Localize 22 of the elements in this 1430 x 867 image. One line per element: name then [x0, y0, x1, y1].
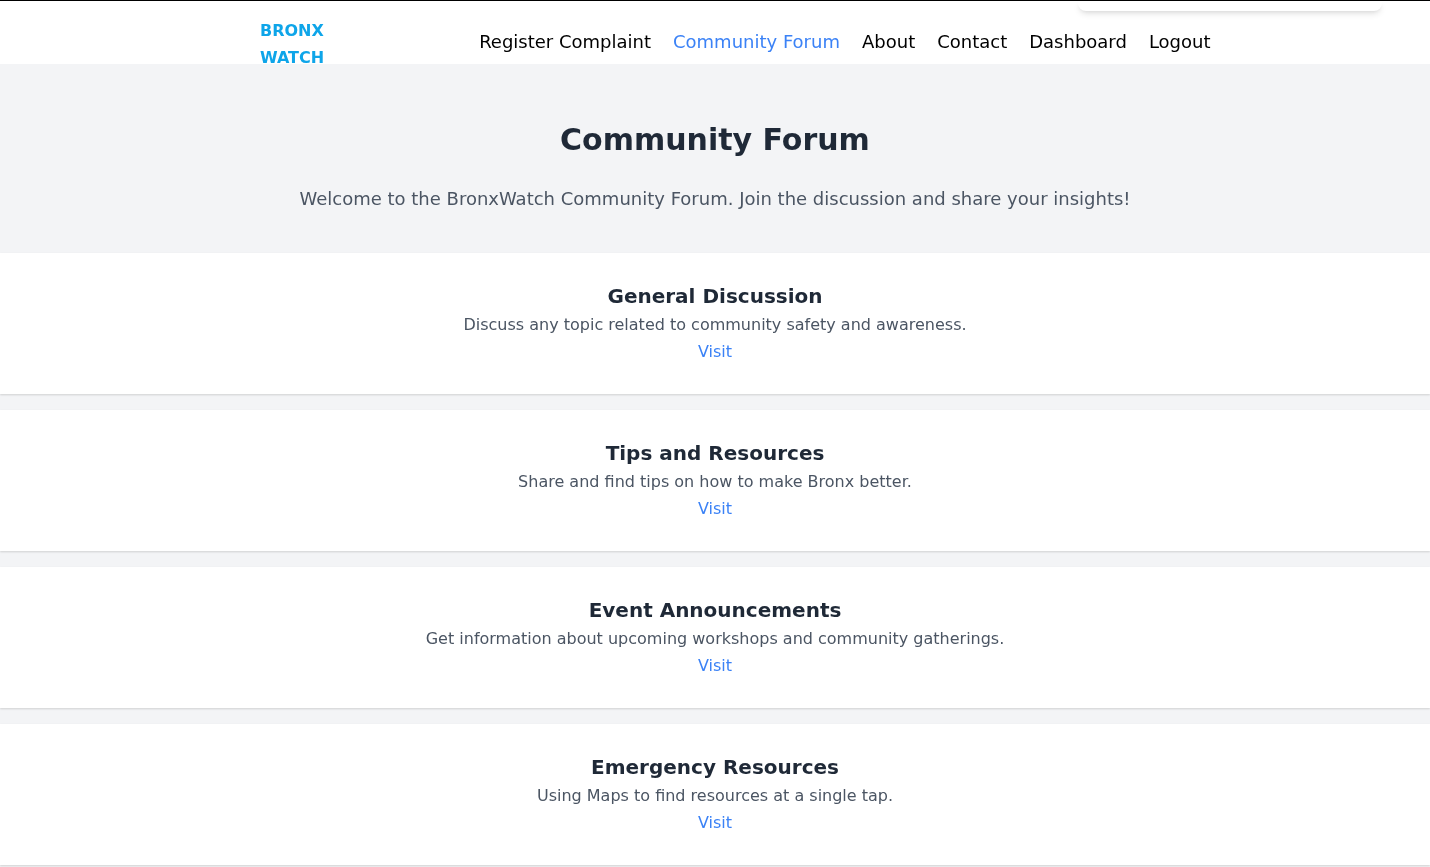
visit-link[interactable]: Visit — [697, 654, 733, 678]
logo-text[interactable]: BRONX — [260, 17, 325, 44]
visit-link[interactable]: Visit — [697, 497, 733, 521]
forum-description: Share and find tips on how to make Bronx better. — [518, 471, 912, 493]
logo-text[interactable]: WATCH — [260, 44, 325, 71]
forum-title: General Discussion — [607, 283, 823, 309]
page-title: Community Forum — [560, 121, 870, 159]
forum-description: Using Maps to find resources at a single tap. — [536, 785, 894, 807]
nav-link[interactable]: About — [861, 28, 916, 55]
nav-link[interactable]: Logout — [1148, 28, 1211, 55]
visit-link[interactable]: Visit — [697, 340, 733, 364]
nav-link[interactable]: Contact — [937, 28, 1008, 55]
forum-title: Tips and Resources — [605, 440, 825, 466]
forum-description: Discuss any topic related to community safety and awareness. — [463, 314, 967, 336]
nav-link[interactable]: Community Forum — [673, 28, 840, 55]
page-subtitle: Welcome to the BronxWatch Community Forum. Join the discussion and share your insights! — [299, 187, 1131, 211]
nav-link[interactable]: Register Complaint — [479, 28, 651, 55]
nav-link[interactable]: Dashboard — [1029, 28, 1127, 55]
forum-description: Get information about upcoming workshops and community gatherings. — [425, 628, 1005, 650]
visit-link[interactable]: Visit — [697, 811, 733, 835]
forum-title: Event Announcements — [588, 597, 842, 623]
forum-title: Emergency Resources — [591, 754, 839, 780]
